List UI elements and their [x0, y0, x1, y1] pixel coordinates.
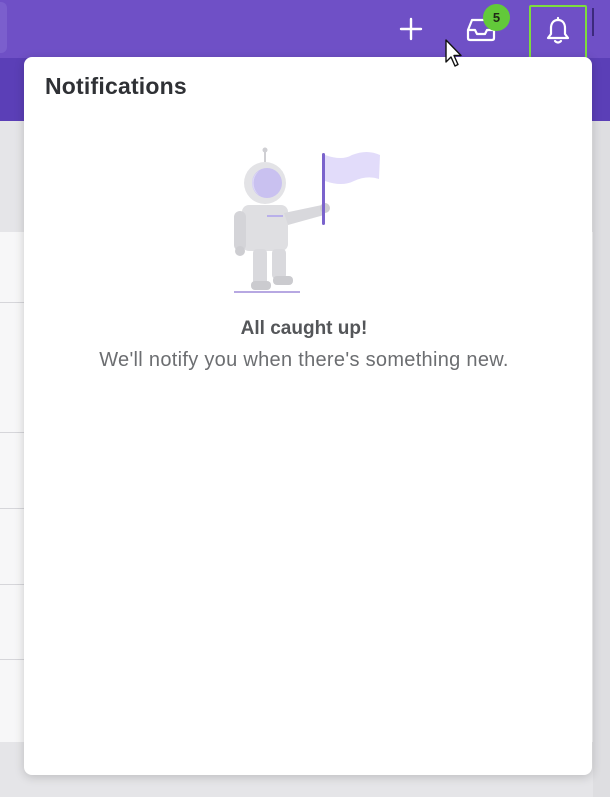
- notifications-popover: Notifications All caught up! We'll notif…: [24, 57, 592, 775]
- top-app-bar: 5: [0, 0, 610, 69]
- page-right-column: [593, 121, 610, 797]
- empty-state-message: We'll notify you when there's something …: [99, 349, 509, 371]
- arrow-cursor-icon: [445, 39, 462, 67]
- empty-state-heading: All caught up!: [240, 318, 368, 339]
- inbox-count-badge: 5: [483, 4, 510, 31]
- plus-icon: [399, 17, 423, 41]
- bell-icon: [546, 16, 570, 44]
- add-button[interactable]: [388, 6, 434, 52]
- popover-title: Notifications: [45, 73, 187, 99]
- astronaut-with-flag-illustration: [234, 147, 380, 293]
- topbar-divider: [592, 8, 594, 36]
- search-box-edge[interactable]: [0, 2, 7, 53]
